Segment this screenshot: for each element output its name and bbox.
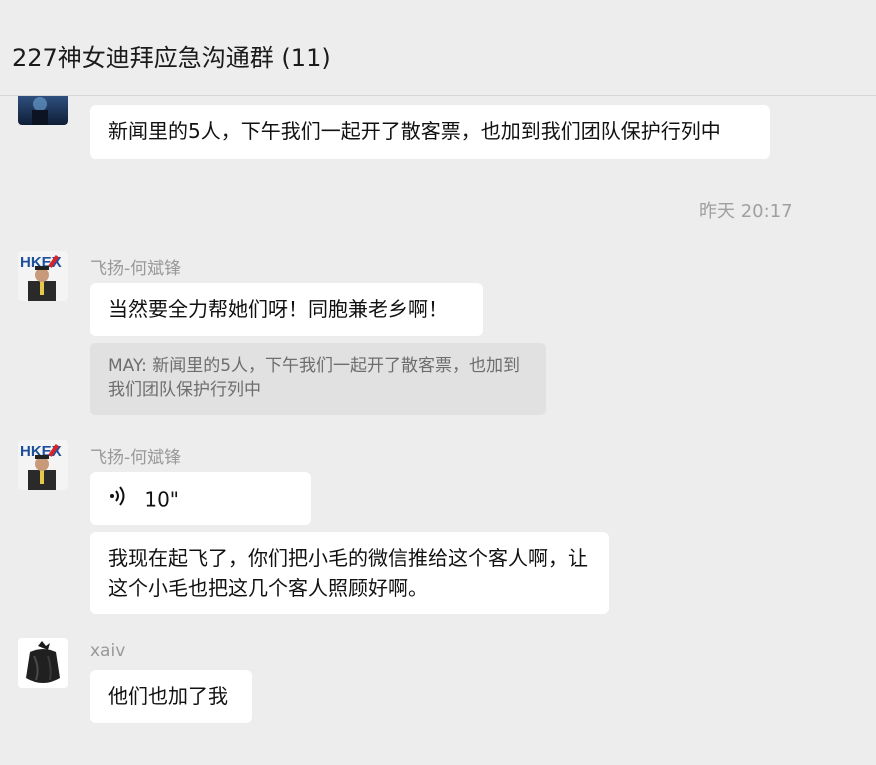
message-text: 我现在起飞了，你们把小毛的微信推给这个客人啊，让这个小毛也把这几个客人照顾好啊。 [108, 546, 588, 600]
message-text: 他们也加了我 [108, 684, 228, 708]
voice-duration: 10" [144, 487, 180, 512]
avatar[interactable]: HKEX [18, 251, 68, 301]
quoted-message[interactable]: MAY: 新闻里的5人，下午我们一起开了散客票，也加到我们团队保护行列中 [90, 343, 546, 415]
message-text: 新闻里的5人，下午我们一起开了散客票，也加到我们团队保护行列中 [108, 119, 721, 143]
chat-title: 227神女迪拜应急沟通群 (11) [12, 44, 331, 72]
avatar[interactable]: HKEX [18, 440, 68, 490]
message-bubble[interactable]: 我现在起飞了，你们把小毛的微信推给这个客人啊，让这个小毛也把这几个客人照顾好啊。 [90, 532, 609, 614]
voice-message-bubble[interactable]: 10" [90, 472, 311, 525]
avatar[interactable] [18, 96, 68, 125]
message-text: 当然要全力帮她们呀！同胞兼老乡啊！ [108, 297, 448, 321]
sender-name: xaiv [90, 641, 126, 661]
timestamp: 昨天 20:17 [699, 201, 793, 222]
trash-bag-icon [18, 638, 68, 688]
voice-icon [108, 485, 128, 515]
sender-name: 飞扬-何斌锋 [90, 448, 182, 468]
avatar[interactable] [18, 638, 68, 688]
message-bubble[interactable]: 新闻里的5人，下午我们一起开了散客票，也加到我们团队保护行列中 [90, 105, 770, 159]
sender-name: 飞扬-何斌锋 [90, 259, 182, 279]
message-bubble[interactable]: 当然要全力帮她们呀！同胞兼老乡啊！ [90, 283, 483, 336]
quoted-text: MAY: 新闻里的5人，下午我们一起开了散客票，也加到我们团队保护行列中 [108, 356, 521, 400]
chat-header: 227神女迪拜应急沟通群 (11) [0, 0, 876, 96]
message-bubble[interactable]: 他们也加了我 [90, 670, 252, 723]
